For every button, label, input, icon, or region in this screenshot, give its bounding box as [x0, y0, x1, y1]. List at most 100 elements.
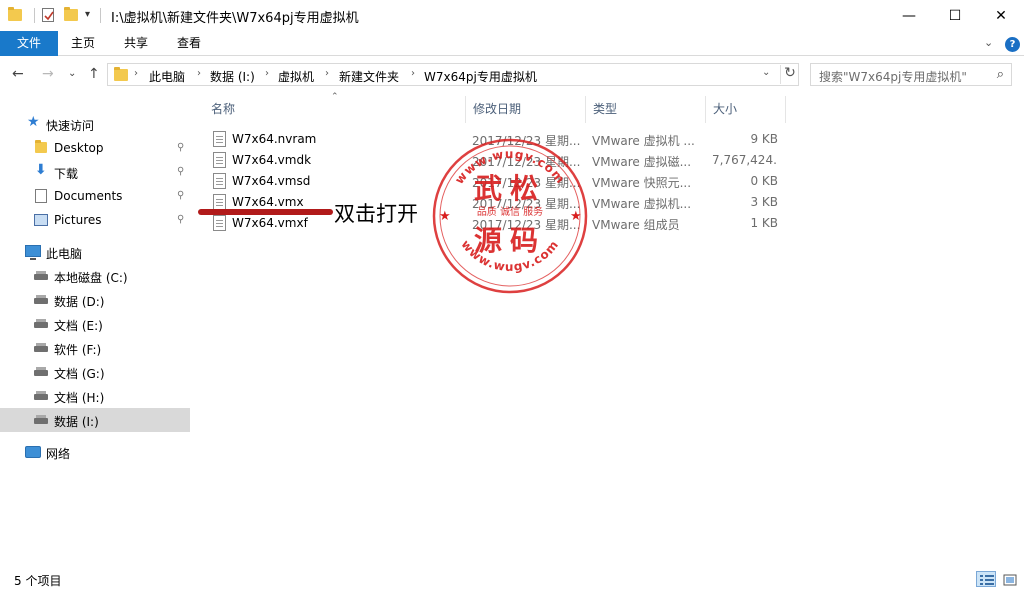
- file-type: VMware 组成员: [592, 218, 680, 232]
- address-bar[interactable]: › 此电脑 › 数据 (I:) › 虚拟机 › 新建文件夹 › W7x64pj专…: [107, 63, 799, 86]
- annotation-text: 双击打开: [334, 202, 418, 226]
- status-bar: 5 个项目: [0, 565, 1024, 593]
- sidebar-item-this-pc[interactable]: 此电脑: [0, 240, 190, 264]
- file-size: 7,767,424...: [712, 153, 778, 167]
- sidebar-item-drive-d[interactable]: 数据 (D:): [0, 288, 190, 312]
- file-icon: [213, 131, 226, 147]
- column-header-type[interactable]: 类型: [586, 96, 706, 123]
- folder-icon: [35, 140, 47, 153]
- forward-button[interactable]: →: [42, 66, 54, 82]
- sidebar-item-pictures[interactable]: Pictures ⚲: [0, 208, 190, 232]
- close-button[interactable]: ✕: [978, 0, 1024, 31]
- file-type: VMware 虚拟磁...: [592, 155, 692, 169]
- tab-file[interactable]: 文件: [0, 31, 58, 56]
- recent-locations-button[interactable]: ⌄: [68, 68, 76, 79]
- network-icon: [25, 446, 41, 458]
- watermark-bottom-arc: www.wugv.com: [458, 237, 561, 274]
- new-folder-icon[interactable]: [64, 7, 78, 22]
- sidebar-item-drive-i[interactable]: 数据 (I:): [0, 408, 190, 432]
- breadcrumb-separator[interactable]: ›: [197, 68, 201, 79]
- file-type: VMware 虚拟机 ...: [592, 134, 695, 148]
- sidebar-item-drive-c[interactable]: 本地磁盘 (C:): [0, 264, 190, 288]
- column-header-size[interactable]: 大小: [706, 96, 786, 123]
- breadcrumb-separator[interactable]: ›: [265, 68, 269, 79]
- pin-icon: ⚲: [177, 190, 185, 201]
- toolbar-separator: [34, 8, 35, 23]
- item-count: 5 个项目: [14, 574, 62, 588]
- sidebar-item-drive-f[interactable]: 软件 (F:): [0, 336, 190, 360]
- file-row[interactable]: W7x64.vmsd 2017/12/23 星期... VMware 快照元..…: [207, 171, 787, 192]
- drive-icon: [34, 343, 48, 352]
- ribbon-tabs: 文件 主页 共享 查看 ⌄: [0, 31, 1024, 56]
- tab-view[interactable]: 查看: [168, 31, 210, 56]
- search-icon[interactable]: ⌕: [997, 67, 1004, 82]
- column-header-name[interactable]: 名称: [204, 96, 466, 123]
- sidebar-item-label: 文档 (G:): [54, 367, 105, 381]
- breadcrumb-new-folder[interactable]: 新建文件夹: [339, 68, 399, 85]
- breadcrumb-this-pc[interactable]: 此电脑: [149, 68, 185, 85]
- file-type: VMware 虚拟机...: [592, 197, 692, 211]
- file-name: W7x64.vmx: [232, 195, 304, 209]
- folder-icon[interactable]: [8, 7, 22, 22]
- file-row[interactable]: W7x64.vmxf 2017/12/23 星期... VMware 组成员 1…: [207, 213, 787, 234]
- file-date: 2017/12/23 星期...: [472, 155, 580, 169]
- help-icon[interactable]: ?: [1005, 37, 1020, 52]
- title-bar: ▾ I:\虚拟机\新建文件夹\W7x64pj专用虚拟机 — ☐ ✕: [0, 0, 1024, 31]
- maximize-button[interactable]: ☐: [932, 0, 978, 31]
- drive-icon: [34, 367, 48, 376]
- details-view-button[interactable]: [976, 571, 996, 587]
- sidebar-item-desktop[interactable]: Desktop ⚲: [0, 136, 190, 160]
- file-icon: [213, 173, 226, 189]
- computer-icon: [25, 245, 41, 260]
- file-date: 2017/12/23 星期...: [472, 218, 580, 232]
- file-size: 9 KB: [750, 132, 778, 146]
- search-input[interactable]: 搜索"W7x64pj专用虚拟机" ⌕: [810, 63, 1012, 86]
- sidebar-item-quick-access[interactable]: ★ 快速访问: [0, 112, 190, 136]
- sidebar-item-downloads[interactable]: ⬇ 下载 ⚲: [0, 160, 190, 184]
- sidebar-item-label: Desktop: [54, 141, 104, 155]
- star-icon: ★: [27, 114, 40, 130]
- address-dropdown-icon[interactable]: ⌄: [762, 67, 770, 78]
- pictures-icon: [34, 214, 48, 226]
- file-row[interactable]: W7x64.vmdk 2017/12/23 星期... VMware 虚拟磁..…: [207, 150, 787, 171]
- sidebar-item-label: 网络: [46, 447, 71, 461]
- breadcrumb-separator[interactable]: ›: [325, 68, 329, 79]
- file-name: W7x64.vmxf: [232, 216, 308, 230]
- breadcrumb-separator[interactable]: ›: [134, 68, 138, 79]
- chevron-down-icon[interactable]: ⌄: [984, 36, 993, 49]
- file-size: 1 KB: [750, 216, 778, 230]
- title-separator: [100, 8, 101, 23]
- sidebar-item-drive-h[interactable]: 文档 (H:): [0, 384, 190, 408]
- breadcrumb-drive-i[interactable]: 数据 (I:): [210, 68, 255, 85]
- file-name: W7x64.vmsd: [232, 174, 311, 188]
- sidebar-item-label: 文档 (H:): [54, 391, 105, 405]
- tab-home[interactable]: 主页: [62, 31, 104, 56]
- breadcrumb-current[interactable]: W7x64pj专用虚拟机: [424, 68, 537, 85]
- large-icons-view-icon: [1003, 574, 1017, 586]
- breadcrumb-vm-folder[interactable]: 虚拟机: [278, 68, 314, 85]
- sidebar-item-drive-g[interactable]: 文档 (G:): [0, 360, 190, 384]
- large-icons-view-button[interactable]: [999, 571, 1019, 587]
- up-button[interactable]: ↑: [88, 66, 100, 82]
- sidebar-item-label: 此电脑: [46, 247, 83, 261]
- sidebar-item-drive-e[interactable]: 文档 (E:): [0, 312, 190, 336]
- column-header-date[interactable]: 修改日期: [466, 96, 586, 123]
- file-icon: [213, 215, 226, 231]
- back-button[interactable]: ←: [12, 66, 24, 82]
- sidebar-item-network[interactable]: 网络: [0, 440, 190, 464]
- file-row[interactable]: W7x64.nvram 2017/12/23 星期... VMware 虚拟机 …: [207, 129, 787, 150]
- file-size: 0 KB: [750, 174, 778, 188]
- customize-toolbar-icon[interactable]: ▾: [85, 9, 90, 20]
- sidebar-item-documents[interactable]: Documents ⚲: [0, 184, 190, 208]
- tab-share[interactable]: 共享: [115, 31, 157, 56]
- file-date: 2017/12/23 星期...: [472, 197, 580, 211]
- file-name: W7x64.nvram: [232, 132, 317, 146]
- breadcrumb-separator[interactable]: ›: [411, 68, 415, 79]
- documents-icon: [35, 189, 47, 203]
- navigation-pane: ★ 快速访问 Desktop ⚲ ⬇ 下载 ⚲ Documents ⚲ Pict…: [0, 95, 191, 565]
- properties-icon[interactable]: [42, 8, 54, 22]
- drive-icon: [34, 415, 48, 424]
- navigation-bar: ← → ⌄ ↑ › 此电脑 › 数据 (I:) › 虚拟机 › 新建文件夹 › …: [0, 57, 1024, 93]
- minimize-button[interactable]: —: [886, 0, 932, 31]
- refresh-icon[interactable]: ↻: [780, 65, 799, 84]
